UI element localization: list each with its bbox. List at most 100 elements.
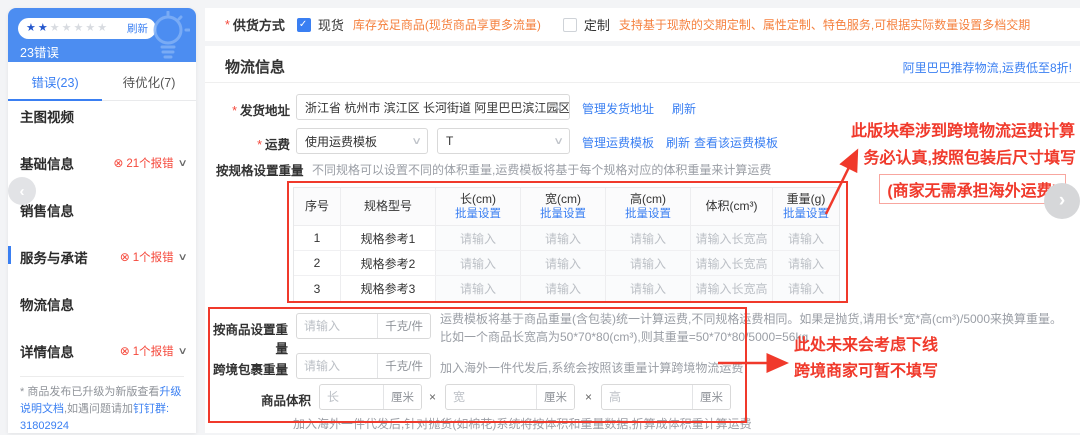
volume-label: 商品体积: [231, 390, 311, 409]
chevron-down-icon: ∨: [553, 102, 564, 113]
error-badge: ⊗ 1个报错 ∨: [120, 343, 186, 359]
volume-desc: 加入海外一件代发后,针对抛货(如棉花)系统将按体积和重量数据,折算成体积重计算运…: [293, 415, 752, 432]
error-badge: ⊗ 21个报错 ∨: [113, 155, 186, 171]
spec-name: 规格参考1: [341, 226, 436, 250]
product-weight-field: 千克/件: [296, 313, 431, 339]
batch-set-length-link[interactable]: 批量设置: [455, 207, 501, 221]
chevron-down-icon[interactable]: ∨: [177, 158, 187, 169]
ship-address-select[interactable]: 浙江省 杭州市 滨江区 长河街道 阿里巴巴滨江园区 ∨: [296, 94, 570, 120]
weight-input-cell[interactable]: 请输入: [773, 251, 839, 275]
freight-template-select[interactable]: T ∨: [437, 128, 570, 154]
length-input-cell[interactable]: 请输入: [436, 251, 521, 275]
volume-input-cell[interactable]: 请输入长宽高: [691, 276, 773, 301]
chevron-down-icon: ∨: [553, 136, 564, 147]
volume-input-cell[interactable]: 请输入长宽高: [691, 251, 773, 275]
row-index: 3: [294, 276, 341, 301]
star-icon: ★: [62, 23, 72, 34]
weight-input-cell[interactable]: 请输入: [773, 276, 839, 301]
view-template-link[interactable]: 查看该运费模板: [694, 134, 778, 151]
multiply-sign: ×: [429, 390, 436, 404]
manage-address-link[interactable]: 管理发货地址: [582, 100, 654, 117]
spot-goods-checkbox[interactable]: [297, 18, 311, 32]
spot-goods-label: 现货: [318, 15, 344, 34]
col-weight: 重量(g) 批量设置: [773, 188, 839, 225]
section-title: 物流信息: [225, 56, 285, 77]
divider: [20, 376, 184, 377]
cross-weight-label: 跨境包裹重量: [208, 359, 288, 378]
cross-weight-input[interactable]: [297, 354, 377, 378]
sidebar-item-service-promise[interactable]: 服务与承诺 ⊗ 1个报错 ∨: [8, 246, 196, 268]
multiply-sign: ×: [585, 390, 592, 404]
chevron-down-icon[interactable]: ∨: [177, 346, 187, 357]
refresh-address-link[interactable]: 刷新: [672, 100, 696, 117]
scroll-right-button[interactable]: ›: [1044, 183, 1080, 219]
col-height: 高(cm) 批量设置: [606, 188, 691, 225]
rating-pill: ★ ★ ★ ★ ★ ★ ★ 刷新: [18, 18, 156, 39]
required-mark: *: [225, 18, 230, 32]
refresh-template-link[interactable]: 刷新: [666, 134, 690, 151]
chevron-right-icon: ›: [1059, 190, 1065, 212]
unit-cm: 厘米: [692, 385, 730, 409]
sidebar-item-main-media[interactable]: 主图视频: [8, 105, 196, 127]
spec-name: 规格参考3: [341, 276, 436, 301]
batch-set-width-link[interactable]: 批量设置: [540, 207, 586, 221]
volume-height-input[interactable]: [602, 385, 692, 409]
sidebar-item-detail-info[interactable]: 详情信息 ⊗ 1个报错 ∨: [8, 340, 196, 362]
star-icon: ★: [38, 23, 48, 34]
col-index: 序号: [294, 188, 341, 225]
manage-template-link[interactable]: 管理运费模板: [582, 134, 654, 151]
width-input-cell[interactable]: 请输入: [521, 276, 606, 301]
volume-length-input[interactable]: [320, 385, 383, 409]
product-weight-unit: 千克/件: [377, 314, 430, 338]
lightbulb-icon: [144, 11, 190, 62]
weight-input-cell[interactable]: 请输入: [773, 226, 839, 250]
row-index: 2: [294, 251, 341, 275]
col-length: 长(cm) 批量设置: [436, 188, 521, 225]
custom-goods-checkbox[interactable]: [563, 18, 577, 32]
freight-mode-select[interactable]: 使用运费模板 ∨: [296, 128, 428, 154]
col-volume: 体积(cm³): [691, 188, 773, 225]
sidebar-item-sales-info[interactable]: 销售信息: [8, 199, 196, 221]
length-input-cell[interactable]: 请输入: [436, 276, 521, 301]
spot-goods-desc: 库存充足商品(现货商品享更多流量): [353, 16, 541, 33]
height-input-cell[interactable]: 请输入: [606, 251, 691, 275]
error-count-text: 23错误: [20, 42, 59, 61]
tab-to-optimize[interactable]: 待优化(7): [102, 62, 196, 100]
height-input-cell[interactable]: 请输入: [606, 226, 691, 250]
error-circle-icon: ⊗: [113, 157, 123, 169]
tab-errors[interactable]: 错误(23): [8, 62, 102, 100]
table-row: 3 规格参考3 请输入 请输入 请输入 请输入长宽高 请输入: [294, 276, 839, 301]
annotation-bottom-line1: 此处未来会考虑下线: [794, 331, 938, 355]
product-weight-label: 按商品设置重量: [208, 319, 288, 357]
volume-width-input[interactable]: [446, 385, 536, 409]
cross-weight-unit: 千克/件: [377, 354, 430, 378]
sidebar-item-logistics-info[interactable]: 物流信息: [8, 293, 196, 315]
annotation-top-line3: (商家无需承担海外运费): [879, 174, 1066, 204]
star-icon: ★: [26, 23, 36, 34]
batch-set-height-link[interactable]: 批量设置: [625, 207, 671, 221]
col-spec: 规格型号: [341, 188, 436, 225]
cross-weight-field: 千克/件: [296, 353, 431, 379]
width-input-cell[interactable]: 请输入: [521, 226, 606, 250]
table-row: 2 规格参考2 请输入 请输入 请输入 请输入长宽高 请输入: [294, 251, 839, 276]
chevron-down-icon[interactable]: ∨: [177, 252, 187, 263]
product-weight-desc: 运费模板将基于商品重量(含包装)统一计算运费,不同规格运费相同。如果是抛货,请用…: [440, 311, 1068, 346]
collapse-left-button[interactable]: ‹: [8, 177, 36, 205]
product-weight-input[interactable]: [297, 314, 377, 338]
volume-height-field: 厘米: [601, 384, 731, 410]
spec-weight-table: 序号 规格型号 长(cm) 批量设置 宽(cm) 批量设置 高(cm) 批量设置…: [293, 187, 840, 302]
supply-method-label: 供货方式: [233, 15, 285, 34]
sidebar-footnote: * 商品发布已升级为新版查看升级说明文档,如遇问题请加钉钉群: 31802924: [20, 384, 186, 435]
page: ★ ★ ★ ★ ★ ★ ★ 刷新 23错误 错误(23) 待优化(7) 主图视频: [0, 0, 1080, 433]
length-input-cell[interactable]: 请输入: [436, 226, 521, 250]
batch-set-weight-link[interactable]: 批量设置: [783, 207, 829, 221]
sidebar: ★ ★ ★ ★ ★ ★ ★ 刷新 23错误 错误(23) 待优化(7) 主图视频: [8, 8, 196, 433]
sidebar-item-basic-info[interactable]: 基础信息 ⊗ 21个报错 ∨: [8, 152, 196, 174]
star-icon: ★: [50, 23, 60, 34]
logistics-promo-link[interactable]: 阿里巴巴推荐物流,运费低至8折!: [903, 59, 1072, 76]
height-input-cell[interactable]: 请输入: [606, 276, 691, 301]
error-circle-icon: ⊗: [120, 251, 130, 263]
width-input-cell[interactable]: 请输入: [521, 251, 606, 275]
volume-input-cell[interactable]: 请输入长宽高: [691, 226, 773, 250]
star-icon: ★: [85, 23, 95, 34]
